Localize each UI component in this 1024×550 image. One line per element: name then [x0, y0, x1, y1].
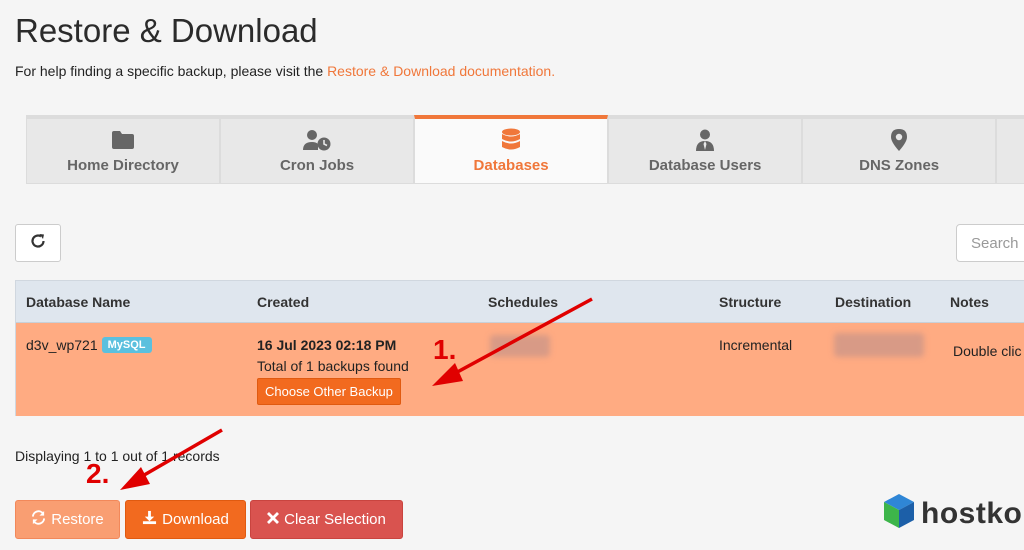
arrow-1-head: [432, 363, 463, 386]
arrow-2-head: [120, 467, 150, 490]
brand-name: hostko: [921, 496, 1023, 530]
annotation-step-1: 1.: [433, 334, 457, 365]
cube-icon: [883, 493, 915, 534]
arrow-1-shaft: [449, 297, 593, 378]
annotation-arrows: [120, 297, 593, 490]
hostko-logo: hostko: [883, 493, 1022, 534]
arrow-2-shaft: [138, 428, 223, 480]
annotation-step-2: 2.: [86, 458, 110, 489]
